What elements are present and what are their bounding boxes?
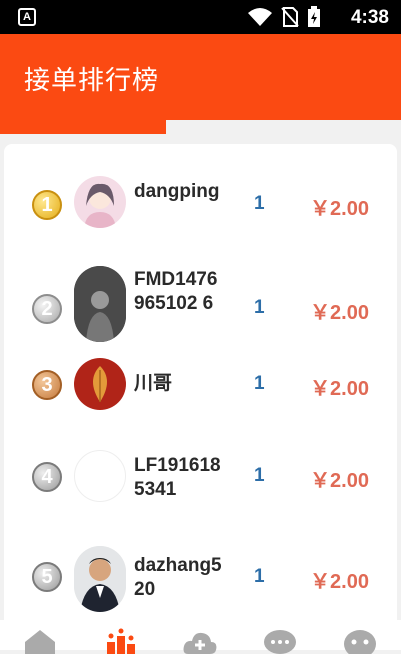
status-time: 4:38 <box>350 7 389 28</box>
user-name: LF1916185341 <box>134 455 221 500</box>
amount: ￥2.00 <box>310 302 369 324</box>
ranking-icon[interactable] <box>103 628 139 654</box>
app-notification-icon: A <box>18 8 36 26</box>
cloud-add-icon[interactable] <box>182 628 218 654</box>
page-title: 接单排行榜 <box>24 66 160 96</box>
user-name: dangping <box>134 181 220 202</box>
avatar[interactable] <box>74 450 126 502</box>
battery-charging-icon <box>308 6 320 27</box>
ranking-row[interactable]: 5 dazhang520 1 ￥2.00 <box>4 532 397 632</box>
user-name: FMD1476965102 6 <box>134 269 218 314</box>
tab-indicator <box>0 120 166 134</box>
avatar[interactable] <box>74 176 126 228</box>
user-name: 川哥 <box>134 373 173 394</box>
ranking-row[interactable]: 3 川哥 1 ￥2.00 <box>4 340 397 440</box>
avatar[interactable] <box>74 266 126 342</box>
amount: ￥2.00 <box>310 378 369 400</box>
ranking-row[interactable]: 4 LF1916185341 1 ￥2.00 <box>4 432 397 532</box>
no-sim-icon <box>281 7 299 27</box>
order-count: 1 <box>254 297 265 318</box>
amount: ￥2.00 <box>310 571 369 593</box>
ranking-row[interactable]: 1 dangping 1 ￥2.00 <box>4 152 397 252</box>
rank-medal-icon: 3 <box>32 370 62 400</box>
rank-medal-icon: 1 <box>32 190 62 220</box>
status-icons <box>247 6 321 28</box>
bottom-nav <box>0 620 401 654</box>
profile-icon[interactable] <box>342 628 378 654</box>
order-count: 1 <box>254 465 265 486</box>
avatar[interactable] <box>74 546 126 612</box>
app-header: 接单排行榜 <box>0 34 401 120</box>
wifi-icon <box>248 8 272 26</box>
rank-medal-icon: 4 <box>32 462 62 492</box>
ranking-list: 1 dangping 1 ￥2.00 2 FMD1476965102 6 1 ￥… <box>4 144 397 650</box>
avatar[interactable] <box>74 358 126 410</box>
user-name: dazhang520 <box>134 555 222 600</box>
rank-medal-icon: 5 <box>32 562 62 592</box>
order-count: 1 <box>254 566 265 587</box>
order-count: 1 <box>254 193 265 214</box>
home-icon[interactable] <box>22 628 58 654</box>
amount: ￥2.00 <box>310 470 369 492</box>
status-bar: A 4:38 <box>0 0 401 34</box>
rank-medal-icon: 2 <box>32 294 62 324</box>
chat-icon[interactable] <box>262 628 298 654</box>
amount: ￥2.00 <box>310 198 369 220</box>
order-count: 1 <box>254 373 265 394</box>
